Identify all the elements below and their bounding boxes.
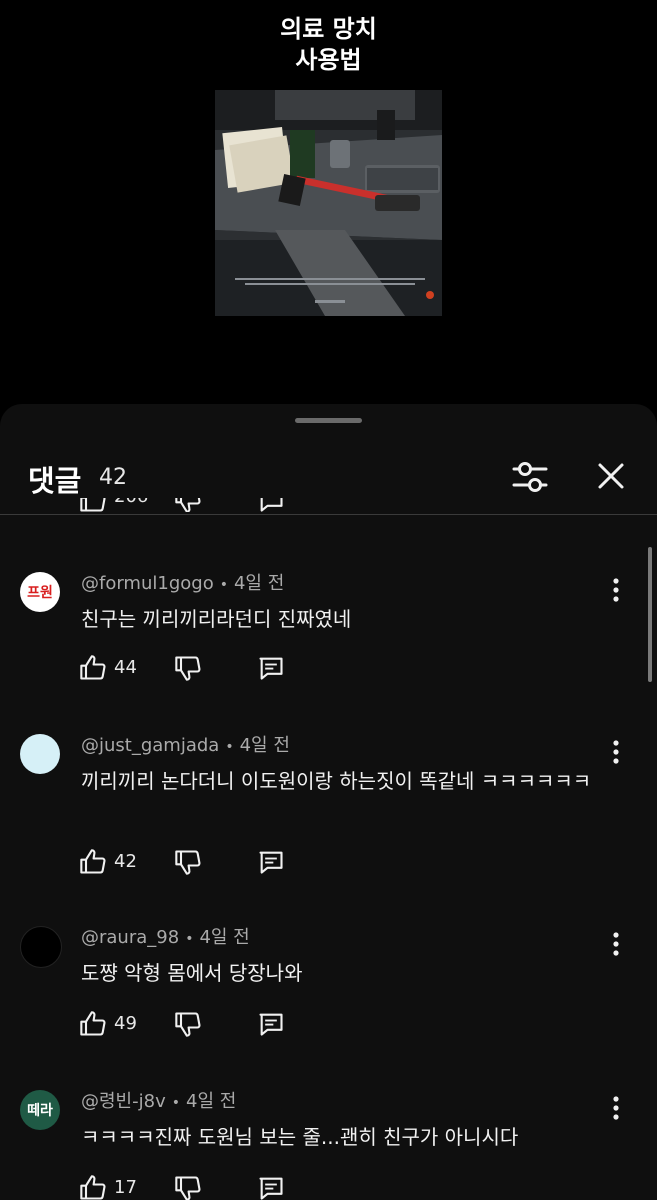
thumbs-down-icon[interactable]	[174, 1174, 202, 1200]
meta-separator: •	[225, 739, 234, 755]
thumbs-up-icon[interactable]	[79, 848, 107, 876]
comment-item: @raura_98 • 4일 전도쨩 악형 몸에서 당장나와 49	[0, 926, 657, 1066]
video-title-line1: 의료 망치	[280, 15, 377, 43]
comment-more-button[interactable]	[608, 1093, 624, 1123]
avatar[interactable]: 프원	[20, 572, 60, 612]
more-vertical-icon[interactable]	[608, 929, 624, 959]
previous-comment-actions: 206	[0, 498, 657, 512]
comment-time: 4일 전	[233, 573, 285, 594]
reply-button[interactable]	[257, 848, 285, 880]
thumbs-up-icon[interactable]	[79, 654, 107, 682]
comment-meta: @just_gamjada • 4일 전	[81, 731, 290, 757]
thumbs-down-icon[interactable]	[174, 848, 202, 876]
comment-actions: 42	[79, 848, 379, 880]
avatar[interactable]: 떼라	[20, 1090, 60, 1130]
comment-item: 떼라 @령빈-j8v • 4일 전 ㅋㅋㅋㅋ진짜 도원님 보는 줄...괜히 친구가 아…	[0, 1090, 657, 1200]
thumbs-down-icon[interactable]	[174, 654, 202, 682]
comment-author[interactable]: @formul1gogo	[81, 573, 214, 594]
meta-separator: •	[219, 577, 228, 593]
comment-more-button[interactable]	[608, 575, 624, 605]
more-vertical-icon[interactable]	[608, 1093, 624, 1123]
thumbs-up-icon[interactable]	[79, 498, 107, 512]
more-vertical-icon[interactable]	[608, 575, 624, 605]
previous-like-count: 206	[114, 498, 148, 507]
comment-item: @just_gamjada • 4일 전끼리끼리 논다더니 이도원이랑 하는짓이 똑…	[0, 731, 657, 875]
comment-time: 4일 전	[239, 735, 290, 756]
comment-more-button[interactable]	[608, 737, 624, 767]
dislike-button[interactable]	[174, 654, 202, 686]
like-count: 42	[114, 851, 137, 872]
comments-sheet: 댓글 42 206 프원@formul1gogo•4일 전친구는 끼리끼리라던디…	[0, 404, 657, 1200]
like-count: 49	[114, 1013, 137, 1034]
reply-comment-icon[interactable]	[257, 1174, 285, 1200]
avatar[interactable]	[20, 926, 62, 968]
comment-meta: @formul1gogo • 4일 전	[81, 569, 284, 595]
avatar[interactable]	[20, 734, 60, 774]
comment-text: 도쨩 악형 몸에서 당장나와	[81, 961, 303, 985]
reply-button[interactable]	[257, 1174, 285, 1200]
sheet-drag-handle[interactable]	[295, 418, 362, 423]
thumbs-up-icon[interactable]	[79, 1010, 107, 1038]
comment-actions: 17	[79, 1174, 379, 1200]
thumbnail-scene	[215, 90, 442, 316]
close-icon[interactable]	[597, 462, 625, 490]
dislike-button[interactable]	[174, 1174, 202, 1200]
comment-meta: @raura_98 • 4일 전	[81, 923, 250, 949]
meta-separator: •	[185, 931, 194, 947]
comment-author[interactable]: @just_gamjada	[81, 735, 219, 756]
like-count: 17	[114, 1177, 137, 1198]
like-button[interactable]	[79, 654, 107, 686]
video-title-line2: 사용법	[295, 46, 362, 74]
reply-comment-icon[interactable]	[257, 1010, 285, 1038]
video-thumbnail[interactable]	[215, 90, 442, 316]
comments-count: 42	[99, 465, 127, 490]
like-button[interactable]	[79, 1174, 107, 1200]
comment-item: 프원 @formul1gogo • 4일 전친구는 끼리끼리라던디 진짜였네 44	[0, 572, 657, 712]
comment-more-button[interactable]	[608, 929, 624, 959]
dislike-button[interactable]	[174, 848, 202, 880]
reply-button[interactable]	[257, 1010, 285, 1042]
video-area: 의료 망치 사용법	[0, 0, 657, 405]
comment-meta: @령빈-j8v • 4일 전	[81, 1087, 236, 1113]
like-button[interactable]	[79, 1010, 107, 1042]
comment-actions: 49	[79, 1010, 379, 1042]
reply-comment-icon[interactable]	[257, 654, 285, 682]
meta-separator: •	[171, 1095, 180, 1111]
thumbs-down-icon[interactable]	[174, 1010, 202, 1038]
comment-text: ㅋㅋㅋㅋ진짜 도원님 보는 줄...괜히 친구가 아니시다	[81, 1125, 519, 1149]
comment-time: 4일 전	[199, 927, 250, 948]
comments-title: 댓글	[28, 464, 82, 498]
comment-author[interactable]: @령빈-j8v	[81, 1091, 166, 1112]
filter-sliders-icon[interactable]	[511, 460, 549, 494]
like-button[interactable]	[79, 848, 107, 880]
thumbs-up-icon[interactable]	[79, 1174, 107, 1200]
reply-button[interactable]	[257, 654, 285, 686]
comment-text: 끼리끼리 논다더니 이도원이랑 하는짓이 똑같네 ㅋㅋㅋㅋㅋㅋ	[81, 769, 592, 793]
comment-text: 친구는 끼리끼리라던디 진짜였네	[81, 607, 352, 631]
reply-comment-icon[interactable]	[257, 498, 285, 512]
comment-actions: 44	[79, 654, 379, 686]
comment-time: 4일 전	[186, 1091, 237, 1112]
video-title: 의료 망치 사용법	[0, 14, 657, 76]
dislike-button[interactable]	[174, 1010, 202, 1042]
thumbs-down-icon[interactable]	[174, 498, 202, 512]
header-divider	[0, 514, 657, 515]
comment-author[interactable]: @raura_98	[81, 927, 179, 948]
more-vertical-icon[interactable]	[608, 737, 624, 767]
reply-comment-icon[interactable]	[257, 848, 285, 876]
like-count: 44	[114, 657, 137, 678]
